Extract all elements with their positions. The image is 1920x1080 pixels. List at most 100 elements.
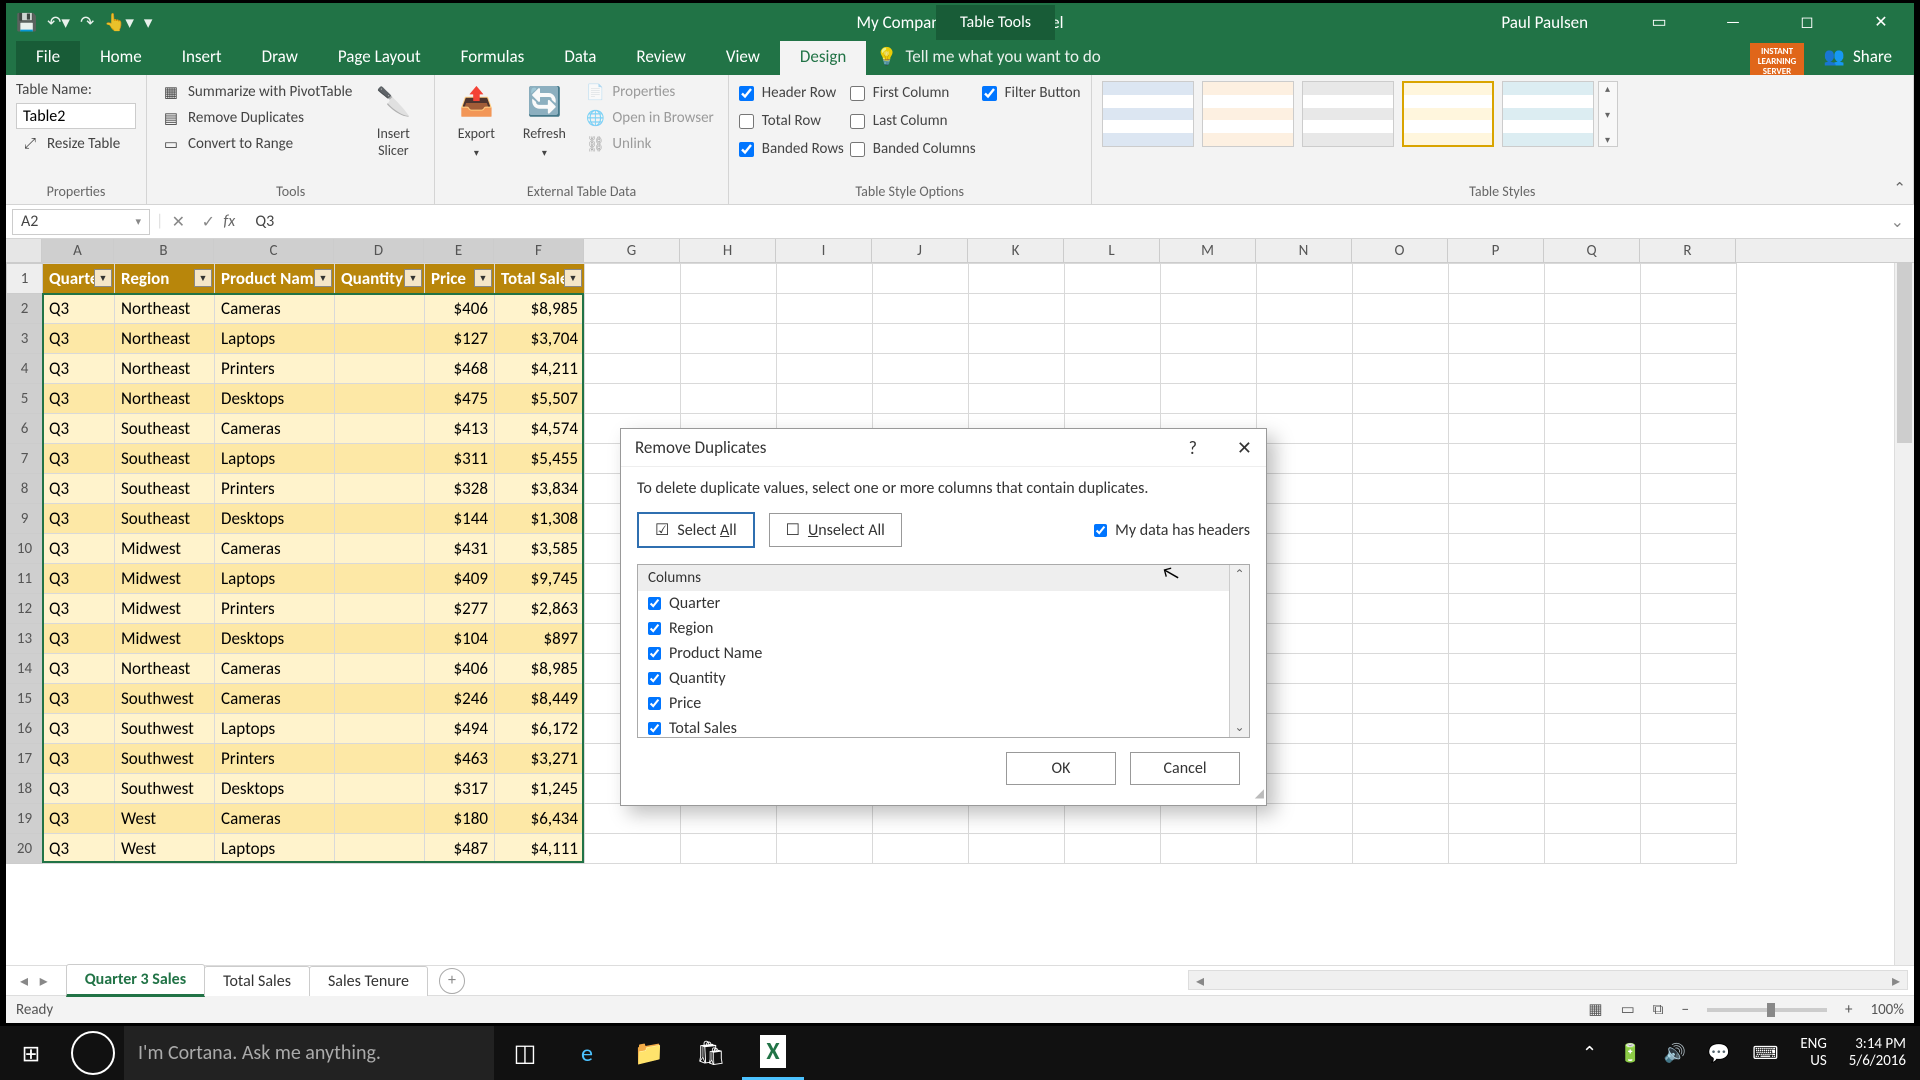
zoom-slider[interactable] [1707,1008,1827,1012]
table-cell[interactable]: Q3 [43,414,115,444]
table-cell[interactable]: $277 [425,594,495,624]
tell-me-search[interactable]: 💡Tell me what you want to do [866,38,1120,75]
sheet-nav-buttons[interactable]: ◂ ▸ [6,971,66,991]
row-header[interactable]: 19 [7,804,43,834]
table-cell[interactable]: $463 [425,744,495,774]
table-cell[interactable]: Southwest [115,684,215,714]
column-header[interactable]: H [680,239,776,262]
tab-draw[interactable]: Draw [242,38,318,75]
table-style-swatch[interactable] [1202,81,1294,147]
cortana-icon[interactable] [62,1026,124,1080]
table-cell[interactable]: Q3 [43,384,115,414]
table-cell[interactable]: $406 [425,654,495,684]
column-header[interactable]: A [42,239,114,262]
touch-mouse-icon[interactable]: 👆▾ [104,12,134,33]
table-cell[interactable]: Southwest [115,774,215,804]
table-cell[interactable]: $1,308 [495,504,585,534]
column-checkbox-item[interactable]: Quantity [638,666,1249,691]
columns-listbox[interactable]: Columns Quarter Region Product Name Quan… [637,564,1250,738]
table-cell[interactable]: Northeast [115,324,215,354]
row-header[interactable]: 9 [7,504,43,534]
table-cell[interactable] [335,774,425,804]
table-cell[interactable]: $5,455 [495,444,585,474]
table-cell[interactable]: Cameras [215,534,335,564]
view-page-layout-icon[interactable]: ▭ [1621,1000,1635,1019]
table-style-swatch[interactable] [1102,81,1194,147]
table-style-swatch-selected[interactable] [1402,81,1494,147]
row-header[interactable]: 1 [7,264,43,294]
table-cell[interactable]: $475 [425,384,495,414]
tab-insert[interactable]: Insert [162,38,242,75]
table-cell[interactable]: Southeast [115,474,215,504]
cancel-button[interactable]: Cancel [1130,752,1240,785]
table-cell[interactable] [335,654,425,684]
table-cell[interactable]: Q3 [43,624,115,654]
table-cell[interactable]: $6,172 [495,714,585,744]
sheet-tab-total[interactable]: Total Sales [204,966,310,996]
column-header[interactable]: B [114,239,214,262]
table-cell[interactable]: $3,704 [495,324,585,354]
row-header[interactable]: 5 [7,384,43,414]
table-cell[interactable]: Southeast [115,504,215,534]
table-cell[interactable]: Q3 [43,474,115,504]
cancel-formula-icon[interactable]: ✕ [163,212,193,232]
table-cell[interactable]: Cameras [215,684,335,714]
table-cell[interactable] [335,534,425,564]
column-header[interactable]: G [584,239,680,262]
table-cell[interactable]: $1,245 [495,774,585,804]
row-header[interactable]: 17 [7,744,43,774]
table-cell[interactable] [335,624,425,654]
expand-formula-bar-icon[interactable]: ⌄ [1891,212,1914,232]
table-cell[interactable] [335,504,425,534]
table-cell[interactable]: Q3 [43,594,115,624]
sheet-tab-tenure[interactable]: Sales Tenure [309,966,428,996]
table-cell[interactable]: Laptops [215,324,335,354]
insert-slicer-button[interactable]: 🔪Insert Slicer [362,81,424,159]
table-cell[interactable]: $409 [425,564,495,594]
total-row-checkbox[interactable]: Total Row [739,109,844,133]
column-header[interactable]: M [1160,239,1256,262]
table-cell[interactable]: $4,574 [495,414,585,444]
table-cell[interactable]: Desktops [215,384,335,414]
table-cell[interactable]: Printers [215,594,335,624]
first-column-checkbox[interactable]: First Column [850,81,976,105]
table-cell[interactable]: Cameras [215,294,335,324]
table-cell[interactable] [335,684,425,714]
battery-icon[interactable]: 🔋 [1619,1042,1641,1064]
table-cell[interactable]: $487 [425,834,495,864]
table-cell[interactable]: Q3 [43,324,115,354]
table-cell[interactable]: Laptops [215,444,335,474]
minimize-icon[interactable]: — [1710,3,1756,41]
table-cell[interactable] [335,834,425,864]
column-header[interactable]: R [1640,239,1736,262]
table-cell[interactable]: $8,985 [495,654,585,684]
table-cell[interactable]: Southwest [115,744,215,774]
table-cell[interactable]: $3,271 [495,744,585,774]
resize-grip-icon[interactable]: ◢ [1255,786,1262,801]
cortana-search-input[interactable]: I'm Cortana. Ask me anything. [124,1026,494,1080]
table-cell[interactable]: Cameras [215,414,335,444]
column-header[interactable]: D [334,239,424,262]
table-cell[interactable]: Q3 [43,774,115,804]
table-cell[interactable]: $2,863 [495,594,585,624]
select-all-corner[interactable] [6,239,42,262]
zoom-out-icon[interactable]: − [1682,1001,1689,1019]
table-cell[interactable]: Cameras [215,804,335,834]
vertical-scrollbar[interactable] [1894,263,1914,965]
table-cell[interactable] [335,324,425,354]
table-cell[interactable]: Laptops [215,834,335,864]
table-cell[interactable]: $144 [425,504,495,534]
table-cell[interactable]: Laptops [215,714,335,744]
table-cell[interactable]: Midwest [115,594,215,624]
collapse-ribbon-icon[interactable]: ⌃ [1893,179,1906,198]
filter-button-checkbox[interactable]: Filter Button [982,81,1081,105]
column-header[interactable]: P [1448,239,1544,262]
header-row-checkbox[interactable]: Header Row [739,81,844,105]
view-normal-icon[interactable]: ▦ [1588,1000,1602,1019]
table-cell[interactable]: $311 [425,444,495,474]
start-button[interactable]: ⊞ [0,1026,62,1080]
sheet-tab-quarter3[interactable]: Quarter 3 Sales [66,964,205,997]
table-cell[interactable]: $104 [425,624,495,654]
table-cell[interactable]: $127 [425,324,495,354]
table-cell[interactable]: $317 [425,774,495,804]
